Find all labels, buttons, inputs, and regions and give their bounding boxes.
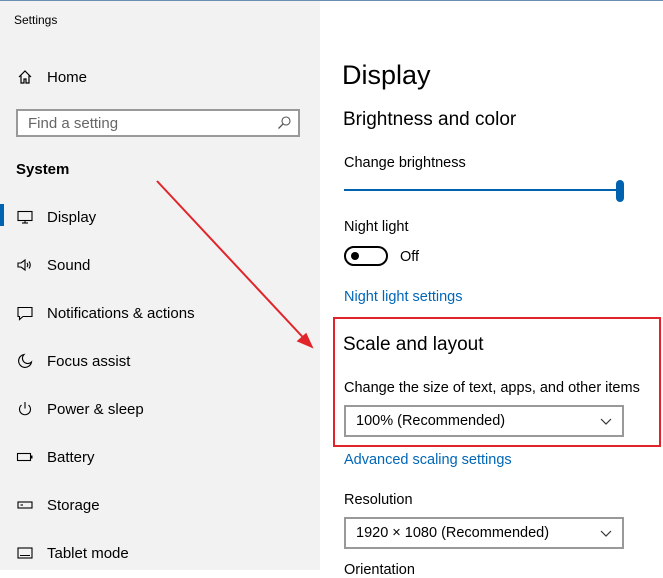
sidebar-item-display[interactable]: Display	[0, 202, 320, 232]
scale-heading: Scale and layout	[343, 334, 484, 355]
search-box	[16, 109, 300, 137]
moon-icon	[18, 353, 33, 368]
monitor-icon	[17, 210, 33, 224]
search-input[interactable]	[18, 111, 278, 135]
brightness-slider-track[interactable]	[344, 189, 620, 191]
page-title: Display	[342, 60, 431, 90]
sidebar-item-label: Power & sleep	[47, 401, 144, 418]
advanced-scaling-link[interactable]: Advanced scaling settings	[344, 452, 512, 468]
resolution-label: Resolution	[344, 492, 413, 508]
sidebar-item-storage[interactable]: Storage	[0, 490, 320, 520]
sidebar-item-home-label: Home	[47, 69, 88, 86]
resolution-dropdown-value: 1920 × 1080 (Recommended)	[356, 525, 550, 541]
sidebar-item-label: Sound	[47, 257, 91, 274]
chevron-down-icon	[600, 418, 612, 425]
home-icon	[18, 70, 32, 84]
sidebar-item-label: Tablet mode	[47, 545, 129, 562]
night-light-settings-link[interactable]: Night light settings	[344, 289, 462, 305]
section-label-system: System	[16, 161, 70, 178]
size-label: Change the size of text, apps, and other…	[344, 380, 640, 396]
sidebar-item-label: Battery	[47, 449, 95, 466]
scale-dropdown-value: 100% (Recommended)	[356, 413, 506, 429]
resolution-dropdown[interactable]: 1920 × 1080 (Recommended)	[344, 517, 624, 549]
sidebar-item-power-sleep[interactable]: Power & sleep	[0, 394, 320, 424]
battery-icon	[16, 452, 33, 462]
sidebar-item-tablet-mode[interactable]: Tablet mode	[0, 538, 320, 568]
orientation-label: Orientation	[344, 562, 415, 578]
speaker-icon	[17, 258, 31, 272]
sidebar-item-home[interactable]: Home	[0, 62, 320, 92]
brightness-heading: Brightness and color	[343, 109, 517, 130]
scale-dropdown[interactable]: 100% (Recommended)	[344, 405, 624, 437]
sidebar-item-focus-assist[interactable]: Focus assist	[0, 346, 320, 376]
storage-icon	[17, 501, 33, 509]
sidebar-item-label: Display	[47, 209, 97, 226]
brightness-slider-thumb[interactable]	[616, 180, 624, 202]
sidebar-item-label: Focus assist	[47, 353, 131, 370]
sidebar-item-battery[interactable]: Battery	[0, 442, 320, 472]
tablet-icon	[17, 547, 33, 559]
notification-icon	[17, 306, 33, 321]
chevron-down-icon	[600, 530, 612, 537]
sidebar-item-label: Storage	[47, 497, 100, 514]
app-title: Settings	[14, 13, 58, 27]
night-light-toggle[interactable]	[344, 246, 388, 266]
sidebar-item-sound[interactable]: Sound	[0, 250, 320, 280]
night-light-state: Off	[400, 249, 420, 265]
sidebar-item-notifications[interactable]: Notifications & actions	[0, 298, 320, 328]
sidebar-item-label: Notifications & actions	[47, 305, 195, 322]
night-light-label: Night light	[344, 219, 409, 235]
change-brightness-label: Change brightness	[344, 155, 466, 171]
search-icon[interactable]	[276, 115, 292, 131]
toggle-knob	[351, 252, 359, 260]
power-icon	[19, 402, 31, 416]
